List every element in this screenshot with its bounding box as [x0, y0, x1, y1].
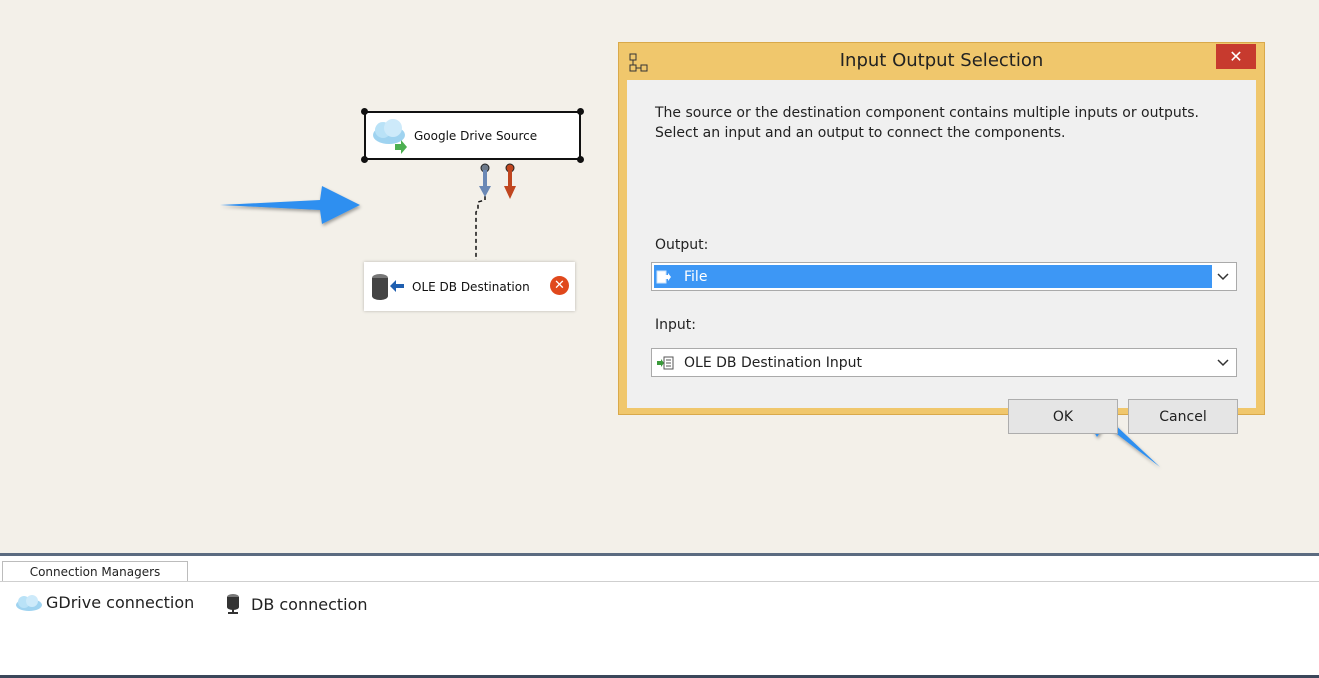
- tab-divider: [0, 581, 1319, 582]
- close-button[interactable]: ✕: [1216, 44, 1256, 69]
- connection-label: DB connection: [251, 594, 368, 614]
- resize-handle[interactable]: [361, 108, 368, 115]
- database-icon: [227, 594, 239, 614]
- component-label: OLE DB Destination: [412, 279, 530, 294]
- output-selected-item[interactable]: File: [654, 265, 1212, 288]
- connection-item-gdrive[interactable]: GDrive connection: [14, 593, 194, 612]
- connection-managers-panel: Connection Managers GDrive connection DB…: [0, 553, 1319, 678]
- chevron-down-icon[interactable]: [1216, 269, 1230, 283]
- connection-item-db[interactable]: DB connection: [224, 593, 368, 615]
- input-select[interactable]: OLE DB Destination Input: [651, 348, 1237, 377]
- red-error-arrow[interactable]: [504, 170, 516, 199]
- output-select[interactable]: File: [651, 262, 1237, 291]
- dialog-title: Input Output Selection: [839, 50, 1044, 71]
- cancel-button[interactable]: Cancel: [1128, 399, 1238, 434]
- tab-connection-managers[interactable]: Connection Managers: [2, 561, 188, 582]
- ok-button[interactable]: OK: [1008, 399, 1118, 434]
- error-icon: ✕: [550, 276, 569, 295]
- resize-handle[interactable]: [577, 156, 584, 163]
- dialog-description: The source or the destination component …: [655, 105, 1199, 141]
- arrow-pointer-source: [220, 186, 360, 224]
- blue-output-arrow[interactable]: [479, 170, 491, 197]
- chevron-down-icon[interactable]: [1216, 355, 1230, 369]
- resize-handle[interactable]: [577, 108, 584, 115]
- input-output-selection-dialog: Input Output Selection ✕ The source or t…: [618, 42, 1265, 434]
- google-drive-source-component[interactable]: Google Drive Source: [361, 108, 584, 163]
- cloud-icon: [16, 594, 42, 611]
- output-value: File: [684, 268, 708, 285]
- input-value: OLE DB Destination Input: [684, 354, 862, 371]
- component-label: Google Drive Source: [414, 128, 538, 143]
- input-item-icon: [657, 356, 674, 369]
- connection-label: GDrive connection: [46, 593, 195, 612]
- cloud-source-icon: [366, 118, 414, 154]
- resize-handle[interactable]: [361, 156, 368, 163]
- dialog-body: The source or the destination component …: [627, 80, 1256, 434]
- database-destination-icon: [364, 272, 412, 302]
- input-selected-item[interactable]: OLE DB Destination Input: [654, 351, 1212, 374]
- ole-db-destination-component[interactable]: OLE DB Destination ✕: [364, 262, 575, 311]
- output-label: Output:: [655, 237, 709, 253]
- output-item-icon: [656, 270, 671, 283]
- input-label: Input:: [655, 317, 696, 333]
